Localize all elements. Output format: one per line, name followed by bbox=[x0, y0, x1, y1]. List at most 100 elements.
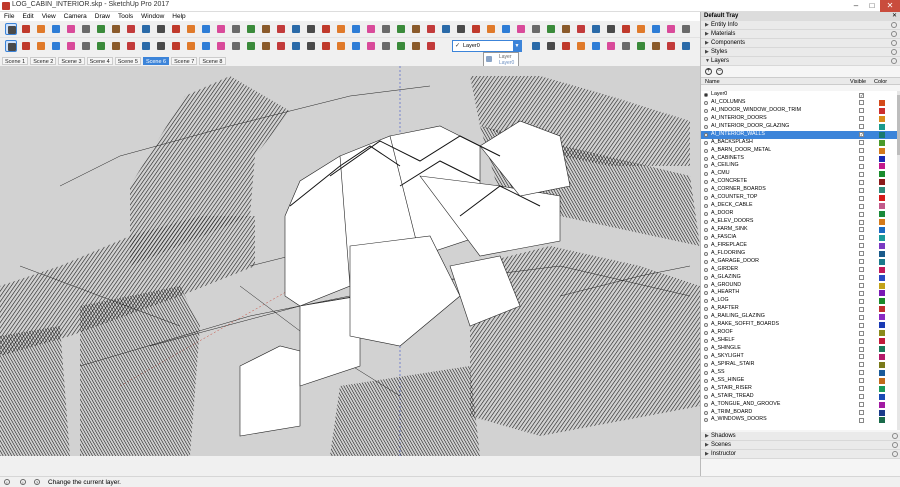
layer-name[interactable]: A_SHELF bbox=[711, 337, 735, 345]
layer-color-swatch[interactable] bbox=[879, 258, 885, 265]
layer-color-swatch[interactable] bbox=[879, 155, 885, 162]
tape-tool-icon[interactable] bbox=[395, 23, 407, 35]
layer-color-swatch[interactable] bbox=[879, 298, 885, 305]
layer-name[interactable]: A_SPIRAL_STAIR bbox=[711, 361, 754, 369]
layer-name[interactable]: A_COUNTER_TOP bbox=[711, 194, 757, 202]
pin-icon[interactable] bbox=[891, 22, 897, 28]
line-tool-icon[interactable] bbox=[275, 40, 287, 52]
line-tool-icon[interactable] bbox=[605, 40, 617, 52]
layer-visible-checkbox[interactable] bbox=[859, 290, 864, 296]
menu-file[interactable]: File bbox=[0, 13, 18, 20]
layer-visible-checkbox[interactable] bbox=[859, 156, 864, 161]
push-pull-tool-icon[interactable] bbox=[80, 23, 92, 35]
layer-name[interactable]: A_STAIR_TREAD bbox=[711, 393, 754, 401]
menu-tools[interactable]: Tools bbox=[114, 13, 137, 20]
arc-tool-icon[interactable] bbox=[290, 40, 302, 52]
shape-tool-icon[interactable] bbox=[305, 23, 317, 35]
layer-row[interactable]: A_RAFTER bbox=[701, 305, 897, 313]
paint-tool-icon[interactable] bbox=[425, 23, 437, 35]
layer-row[interactable]: A_SHINGLE bbox=[701, 345, 897, 353]
layer-visible-checkbox[interactable] bbox=[859, 195, 864, 201]
layer-visible-checkbox[interactable] bbox=[859, 417, 864, 423]
layer-name[interactable]: AI_COLUMNS bbox=[711, 99, 745, 107]
tab-scene-7[interactable]: Scene 7 bbox=[171, 56, 198, 65]
remove-layer-button[interactable]: − bbox=[716, 68, 723, 75]
layer-name[interactable]: A_GIRDER bbox=[711, 266, 738, 274]
layer-row[interactable]: A_DOOR bbox=[701, 210, 897, 218]
layer-color-swatch[interactable] bbox=[879, 147, 885, 154]
tab-scene-5[interactable]: Scene 5 bbox=[114, 56, 141, 65]
orbit-tool-icon[interactable] bbox=[200, 40, 212, 52]
tray-close-icon[interactable]: ✕ bbox=[892, 12, 897, 21]
arc-tool-icon[interactable] bbox=[50, 40, 62, 52]
push-pull-tool-icon[interactable] bbox=[650, 40, 662, 52]
column-name[interactable]: Name bbox=[705, 79, 720, 85]
zoom-tool-icon[interactable] bbox=[470, 23, 482, 35]
tab-scene-4[interactable]: Scene 4 bbox=[86, 56, 113, 65]
layer-name[interactable]: Layer0 bbox=[711, 91, 727, 99]
column-visible[interactable]: Visible bbox=[850, 79, 866, 85]
layer-color-swatch[interactable] bbox=[879, 163, 885, 170]
orbit-tool-icon[interactable] bbox=[440, 23, 452, 35]
layer-visible-checkbox[interactable] bbox=[859, 298, 864, 304]
layer-name[interactable]: A_TRIM_BOARD bbox=[711, 409, 752, 417]
layer-name[interactable]: AI_INTERIOR_WALLS bbox=[711, 131, 765, 139]
eraser-tool-icon[interactable] bbox=[260, 40, 272, 52]
layer-row[interactable]: A_SPIRAL_STAIR bbox=[701, 361, 897, 369]
layer-name[interactable]: A_SS bbox=[711, 369, 725, 377]
layer-color-swatch[interactable] bbox=[879, 361, 885, 368]
layer-name[interactable]: A_FARM_SINK bbox=[711, 226, 748, 234]
layer-row[interactable]: AI_INDOOR_WINDOW_DOOR_TRIM bbox=[701, 107, 897, 115]
layer-visible-checkbox[interactable] bbox=[859, 259, 864, 265]
layer-visible-checkbox[interactable] bbox=[859, 275, 864, 281]
rotate-tool-icon[interactable] bbox=[590, 23, 602, 35]
current-layer-radio[interactable] bbox=[704, 402, 708, 407]
layer-color-swatch[interactable] bbox=[879, 346, 885, 352]
current-layer-radio[interactable] bbox=[704, 370, 708, 375]
layer-name[interactable]: A_STAIR_RISER bbox=[711, 385, 752, 393]
layer-row[interactable]: Layer0 ✓ bbox=[701, 91, 897, 99]
layer-visible-checkbox[interactable] bbox=[859, 124, 864, 130]
layer-color-swatch[interactable] bbox=[879, 242, 885, 249]
tab-scene-1[interactable]: Scene 1 bbox=[2, 56, 29, 65]
push-pull-tool-icon[interactable] bbox=[320, 40, 332, 52]
current-layer-radio[interactable] bbox=[704, 331, 708, 336]
orbit-tool-icon[interactable] bbox=[680, 23, 692, 35]
select-tool-icon[interactable] bbox=[575, 40, 587, 52]
menu-edit[interactable]: Edit bbox=[18, 13, 37, 20]
arc-tool-icon[interactable] bbox=[620, 40, 632, 52]
layer-visible-checkbox[interactable] bbox=[859, 386, 864, 392]
layer-row[interactable]: A_LOG bbox=[701, 297, 897, 305]
layer-visible-checkbox[interactable] bbox=[859, 100, 864, 106]
layer-name[interactable]: A_RAILING_GLAZING bbox=[711, 313, 765, 321]
layer-row[interactable]: A_FASCIA bbox=[701, 234, 897, 242]
current-layer-radio[interactable] bbox=[704, 100, 708, 105]
layer-row[interactable]: A_CABINETS bbox=[701, 155, 897, 163]
scale-tool-icon[interactable] bbox=[605, 23, 617, 35]
layer-color-swatch[interactable] bbox=[879, 353, 885, 360]
menu-view[interactable]: View bbox=[38, 13, 60, 20]
current-layer-radio[interactable] bbox=[704, 227, 708, 232]
layer-color-swatch[interactable] bbox=[879, 226, 885, 233]
move-tool-icon[interactable] bbox=[665, 40, 677, 52]
eraser-tool-icon[interactable] bbox=[260, 23, 272, 35]
layer-color-swatch[interactable] bbox=[879, 401, 885, 408]
tab-scene-2[interactable]: Scene 2 bbox=[30, 56, 57, 65]
layer-color-swatch[interactable] bbox=[879, 330, 885, 337]
move-tool-icon[interactable] bbox=[335, 40, 347, 52]
paint-tool-icon[interactable] bbox=[425, 40, 437, 52]
layer-row[interactable]: A_CEILING bbox=[701, 162, 897, 170]
current-layer-radio[interactable] bbox=[704, 124, 708, 129]
layer-row[interactable]: A_GIRDER bbox=[701, 266, 897, 274]
maximize-button[interactable]: □ bbox=[864, 0, 880, 12]
current-layer-radio[interactable] bbox=[704, 267, 708, 272]
layer-name[interactable]: A_SS_HINGE bbox=[711, 377, 744, 385]
layer-row[interactable]: A_RAKE_SOFFIT_BOARDS bbox=[701, 321, 897, 329]
layer-visible-checkbox[interactable] bbox=[859, 211, 864, 217]
layer-color-swatch[interactable] bbox=[879, 314, 885, 321]
layer-row[interactable]: A_CONCRETE bbox=[701, 178, 897, 186]
layer-name[interactable]: AI_INDOOR_WINDOW_DOOR_TRIM bbox=[711, 107, 801, 115]
layer-select[interactable]: ✓ Layer0 ▼ bbox=[452, 40, 522, 52]
current-layer-radio[interactable] bbox=[704, 140, 708, 145]
rotate-tool-icon[interactable] bbox=[110, 40, 122, 52]
